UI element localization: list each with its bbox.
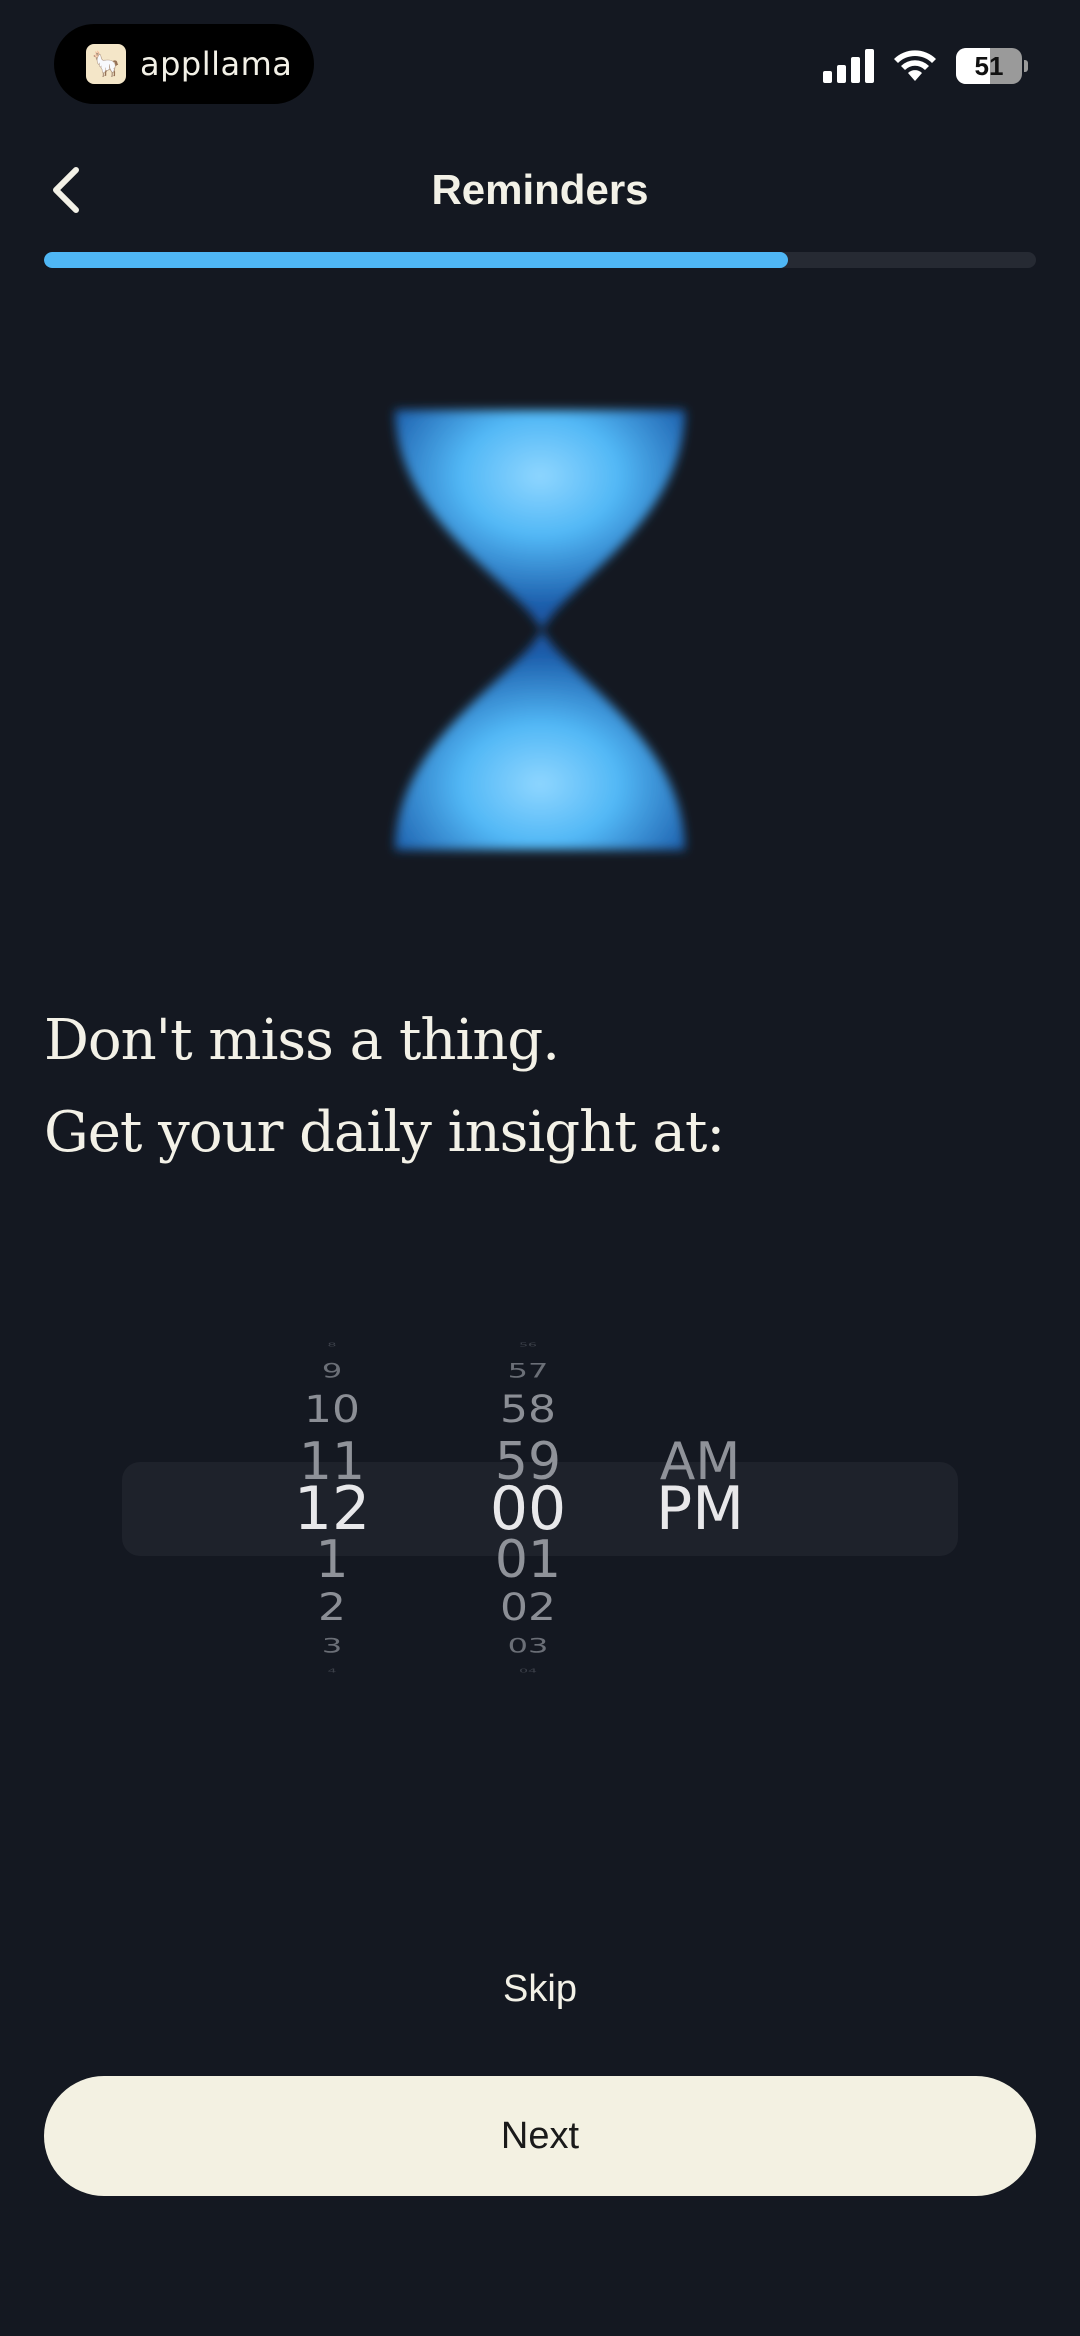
headline: Don't miss a thing. Get your daily insig…: [44, 995, 1044, 1179]
minute-option[interactable]: 02: [448, 1589, 608, 1626]
page-title: Reminders: [431, 166, 649, 213]
next-button-label: Next: [500, 2114, 580, 2157]
hour-option[interactable]: 10: [252, 1391, 412, 1428]
skip-button[interactable]: Skip: [0, 1968, 1080, 2011]
minute-option[interactable]: 03: [448, 1636, 608, 1655]
battery-icon: 51: [956, 48, 1022, 84]
hour-option[interactable]: 9: [252, 1361, 412, 1380]
llama-icon: 🦙: [86, 44, 126, 84]
next-button[interactable]: Next: [44, 2076, 1036, 2196]
cellular-signal-icon: [823, 49, 874, 83]
wifi-icon: [894, 50, 936, 81]
hour-option[interactable]: 2: [252, 1589, 412, 1626]
minute-option[interactable]: 04: [448, 1669, 608, 1674]
minute-wheel[interactable]: 56 57 58 59 00 01 02 03 04: [448, 1240, 608, 1760]
progress-fill: [44, 252, 788, 268]
app-pill-label: appllama: [140, 45, 293, 83]
battery-level: 51: [974, 50, 1004, 81]
hour-wheel[interactable]: 8 9 10 11 12 1 2 3 4: [252, 1240, 412, 1760]
time-picker[interactable]: 8 9 10 11 12 1 2 3 4 56 57 58 59 00 01 02 03 04 AM PM: [0, 1240, 1080, 1760]
headline-line-1: Don't miss a thing.: [44, 1008, 560, 1073]
hour-option[interactable]: 3: [252, 1636, 412, 1655]
minute-option[interactable]: 57: [448, 1361, 608, 1380]
hour-option[interactable]: 4: [252, 1669, 412, 1674]
headline-line-2: Get your daily insight at:: [44, 1100, 725, 1165]
hour-option[interactable]: 1: [252, 1534, 412, 1586]
minute-option[interactable]: 56: [448, 1343, 608, 1348]
minute-option[interactable]: 58: [448, 1391, 608, 1428]
hour-option[interactable]: 8: [252, 1343, 412, 1348]
onboarding-progress-bar: [44, 252, 1036, 268]
hourglass-icon: [395, 410, 685, 850]
period-selected[interactable]: PM: [620, 1479, 780, 1539]
app-pill[interactable]: 🦙 appllama: [54, 24, 314, 104]
minute-option[interactable]: 01: [448, 1534, 608, 1586]
battery-cap: [1024, 60, 1028, 72]
period-wheel[interactable]: AM PM: [620, 1240, 780, 1760]
status-icons: 51: [823, 48, 1028, 84]
